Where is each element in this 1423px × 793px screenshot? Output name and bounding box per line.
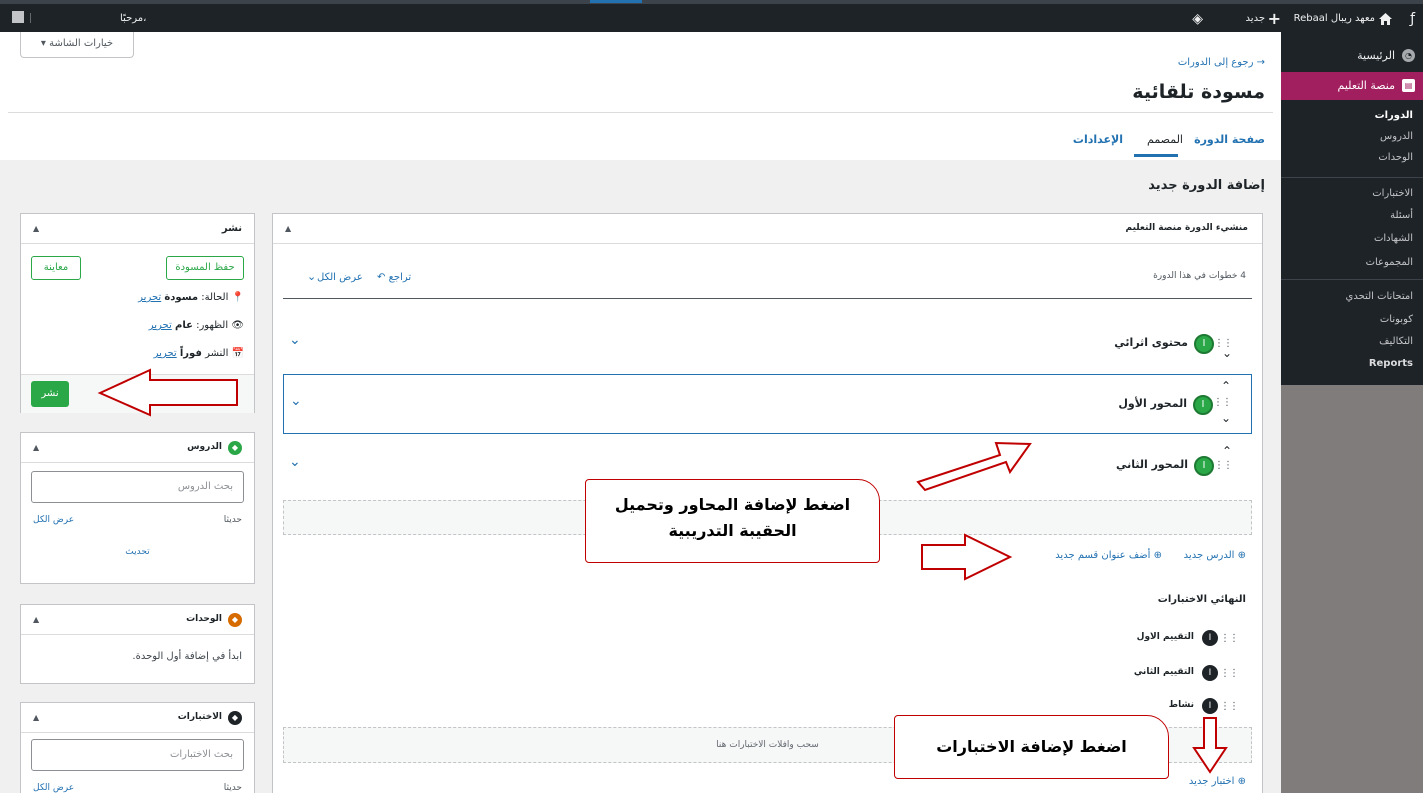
arrow-to-new-quiz — [1192, 717, 1228, 774]
callout-sections: اضغط لإضافة المحاور وتحميل الحقيبة التدر… — [585, 479, 880, 563]
arrow-to-publish — [97, 368, 238, 417]
arrow-to-add-section — [921, 533, 1013, 581]
annotation-overlay — [97, 368, 1228, 774]
callout-quizzes: اضغط لإضافة الاختبارات — [894, 715, 1169, 779]
arrow-to-sections — [916, 441, 1032, 492]
